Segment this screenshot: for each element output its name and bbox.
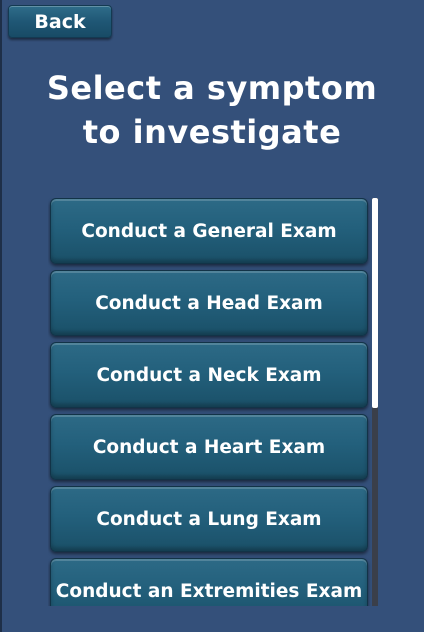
general-exam-label: Conduct a General Exam [81,220,337,242]
head-exam-label: Conduct a Head Exam [95,292,323,314]
head-exam-button[interactable]: Conduct a Head Exam [50,270,368,336]
back-button[interactable]: Back [8,5,112,38]
extremities-exam-button[interactable]: Conduct an Extremities Exam [50,558,368,606]
back-button-label: Back [34,10,86,33]
lung-exam-button[interactable]: Conduct a Lung Exam [50,486,368,552]
heart-exam-button[interactable]: Conduct a Heart Exam [50,414,368,480]
page-title: Select a symptom to investigate [0,66,424,154]
heart-exam-label: Conduct a Heart Exam [92,436,326,458]
neck-exam-button[interactable]: Conduct a Neck Exam [50,342,368,408]
exam-list-scrollbar[interactable] [372,198,378,606]
neck-exam-label: Conduct a Neck Exam [96,364,322,386]
lung-exam-label: Conduct a Lung Exam [96,508,322,530]
page-title-line-1: Select a symptom [46,69,378,107]
page-title-line-2: to investigate [82,113,342,151]
scrollbar-thumb[interactable] [372,198,378,408]
extremities-exam-label: Conduct an Extremities Exam [55,580,363,602]
general-exam-button[interactable]: Conduct a General Exam [50,198,368,264]
exam-list: Conduct a General Exam Conduct a Head Ex… [48,198,372,606]
